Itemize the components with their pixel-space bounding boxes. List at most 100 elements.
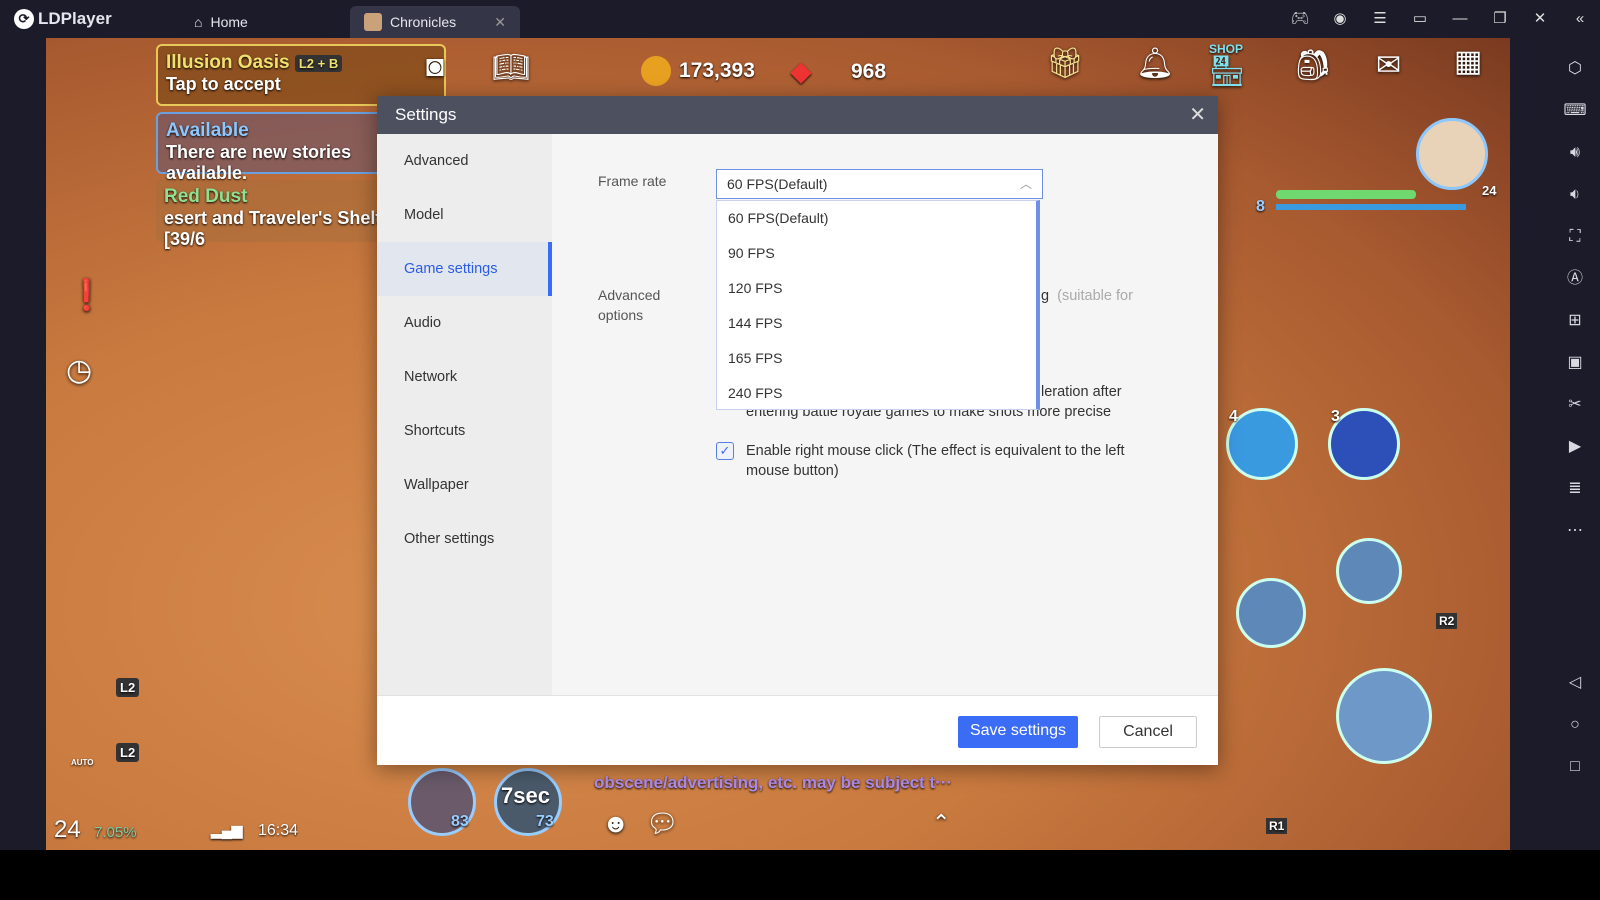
recent-apps-icon[interactable]: □: [1570, 746, 1580, 788]
nav-wallpaper[interactable]: Wallpaper: [377, 458, 552, 512]
emoji-icon[interactable]: ☻: [602, 808, 629, 839]
book-icon[interactable]: 📖︎: [492, 50, 530, 85]
nav-game-settings[interactable]: Game settings: [377, 242, 552, 296]
nav-other-settings[interactable]: Other settings: [377, 512, 552, 566]
option-240fps[interactable]: 240 FPS: [717, 376, 1036, 411]
hotkey-r1: R1: [1266, 818, 1288, 834]
save-settings-button[interactable]: Save settings: [958, 716, 1078, 748]
home-circle-icon[interactable]: ○: [1570, 704, 1580, 746]
close-icon[interactable]: ✕: [1520, 0, 1560, 38]
gem-counter: ◆ 968: [791, 56, 887, 86]
title-bar: ⟳ LDPlayer ⌂ Home Chronicles ✕ 🎮︎ ◉ ☰ ▭ — ❐…: [0, 0, 1600, 38]
tab-chronicles[interactable]: Chronicles ✕: [350, 6, 520, 38]
add-screen-icon[interactable]: ⊞: [1568, 300, 1581, 342]
settings-icon[interactable]: ⬡: [1568, 48, 1582, 90]
settings-dialog: Settings ✕ Advanced Model Game settings A…: [377, 96, 1218, 765]
attack-button[interactable]: [1336, 668, 1432, 764]
timer-icon[interactable]: ◷: [66, 353, 92, 388]
nav-model[interactable]: Model: [377, 188, 552, 242]
nav-shortcuts[interactable]: Shortcuts: [377, 404, 552, 458]
app-logo: ⟳ LDPlayer: [14, 9, 112, 29]
settings-nav: Advanced Model Game settings Audio Netwo…: [377, 134, 552, 708]
skill-tornado[interactable]: [1336, 538, 1402, 604]
cancel-button[interactable]: Cancel: [1099, 716, 1197, 748]
chevron-up-icon[interactable]: ⌃: [932, 810, 950, 836]
signal-icon: ▂▄▆: [211, 822, 243, 838]
camera-icon[interactable]: ◙: [426, 50, 444, 84]
mana-bar: [1276, 204, 1466, 210]
option-60fps[interactable]: 60 FPS(Default): [717, 201, 1036, 236]
nav-audio[interactable]: Audio: [377, 296, 552, 350]
level-badge: 8: [1256, 198, 1265, 215]
scissors-icon[interactable]: ✂: [1568, 384, 1581, 426]
exp-percent: 7.05%: [94, 824, 137, 841]
left-border: [0, 38, 46, 850]
volume-down-icon[interactable]: 🔉︎: [1570, 174, 1580, 216]
grid-menu-icon[interactable]: ▦: [1454, 44, 1482, 79]
option-165fps[interactable]: 165 FPS: [717, 341, 1036, 376]
tab-home[interactable]: ⌂ Home: [180, 6, 340, 38]
keyboard-icon[interactable]: ⌨: [1563, 90, 1586, 132]
gold-counter: 173,393: [641, 56, 755, 86]
skill-target[interactable]: [1236, 578, 1306, 648]
volume-up-icon[interactable]: 🔊︎: [1570, 132, 1580, 174]
dialog-header: Settings ✕: [377, 96, 1218, 134]
fullscreen-icon[interactable]: ⛶: [1569, 216, 1580, 258]
shop-icon[interactable]: 🏪︎: [1208, 54, 1246, 89]
option-120fps[interactable]: 120 FPS: [717, 271, 1036, 306]
right-click-checkbox[interactable]: ✓: [716, 442, 734, 460]
apk-icon[interactable]: ▣: [1567, 342, 1582, 384]
right-toolbar: ⬡ ⌨ 🔊︎ 🔉︎ ⛶ Ⓐ ⊞ ▣ ✂ ▶ ≣ ⋯ ◁ ○ □: [1550, 38, 1600, 850]
restore-icon[interactable]: ❐: [1480, 0, 1520, 38]
gift-icon[interactable]: 🎁︎: [1046, 46, 1084, 81]
gem-icon: ◆: [791, 56, 811, 86]
option-text-partial-2: leration after: [1041, 384, 1122, 400]
back-icon[interactable]: ◁: [1569, 662, 1581, 704]
player-avatar[interactable]: [1416, 118, 1488, 190]
frame-rate-label: Frame rate: [598, 173, 667, 189]
alert-icon[interactable]: ❗: [68, 278, 105, 313]
advanced-options-label: Advanced options: [598, 287, 661, 323]
chat-icon[interactable]: 💬︎: [646, 808, 679, 839]
dialog-title: Settings: [395, 105, 457, 124]
gamepad-icon[interactable]: 🎮︎: [1280, 0, 1320, 38]
close-icon[interactable]: ✕: [1189, 96, 1206, 134]
collapse-icon[interactable]: «: [1560, 0, 1600, 38]
close-tab-icon[interactable]: ✕: [494, 14, 506, 31]
nav-advanced[interactable]: Advanced: [377, 134, 552, 188]
backpack-icon[interactable]: 🎒︎: [1294, 48, 1332, 83]
game-avatar-icon: [364, 13, 382, 31]
nav-network[interactable]: Network: [377, 350, 552, 404]
cooldown-label: 7sec: [501, 783, 550, 808]
menu-icon[interactable]: ☰: [1360, 0, 1400, 38]
bottom-level: 24: [54, 816, 81, 843]
mail-icon[interactable]: ✉: [1376, 48, 1401, 83]
dialog-footer: Save settings Cancel: [377, 695, 1218, 765]
screen-icon[interactable]: ▭: [1400, 0, 1440, 38]
gold-coin-icon: [641, 56, 671, 86]
more-icon[interactable]: ⋯: [1567, 510, 1583, 552]
minimize-icon[interactable]: —: [1440, 0, 1480, 38]
clock: 16:34: [258, 822, 299, 839]
frame-rate-dropdown: 60 FPS(Default) 90 FPS 120 FPS 144 FPS 1…: [716, 200, 1040, 410]
home-icon: ⌂: [194, 14, 203, 30]
chat-message: obscene/advertising, etc. may be subject…: [594, 773, 953, 792]
tab-label: Chronicles: [390, 14, 457, 30]
hotkey-l2-auto: L2: [116, 743, 140, 762]
option-144fps[interactable]: 144 FPS: [717, 306, 1036, 341]
frame-rate-select[interactable]: 60 FPS(Default) ︿: [716, 169, 1043, 199]
right-border: [1510, 38, 1550, 850]
ldplayer-logo-icon: ⟳: [14, 9, 34, 29]
account-icon[interactable]: ◉: [1320, 0, 1360, 38]
player-level: 24: [1482, 183, 1497, 198]
bell-icon[interactable]: 🔔︎: [1136, 46, 1174, 81]
chevron-up-icon: ︿: [1019, 177, 1032, 191]
record-icon[interactable]: ▶: [1569, 426, 1581, 468]
right-click-label[interactable]: Enable right mouse click (The effect is …: [746, 441, 1166, 481]
operation-icon[interactable]: ≣: [1568, 468, 1581, 510]
app-name: LDPlayer: [38, 9, 112, 28]
option-text-partial: g (suitable for: [1041, 288, 1133, 304]
sync-icon[interactable]: Ⓐ: [1567, 258, 1583, 300]
hotkey-r2: R2: [1436, 613, 1458, 629]
option-90fps[interactable]: 90 FPS: [717, 236, 1036, 271]
